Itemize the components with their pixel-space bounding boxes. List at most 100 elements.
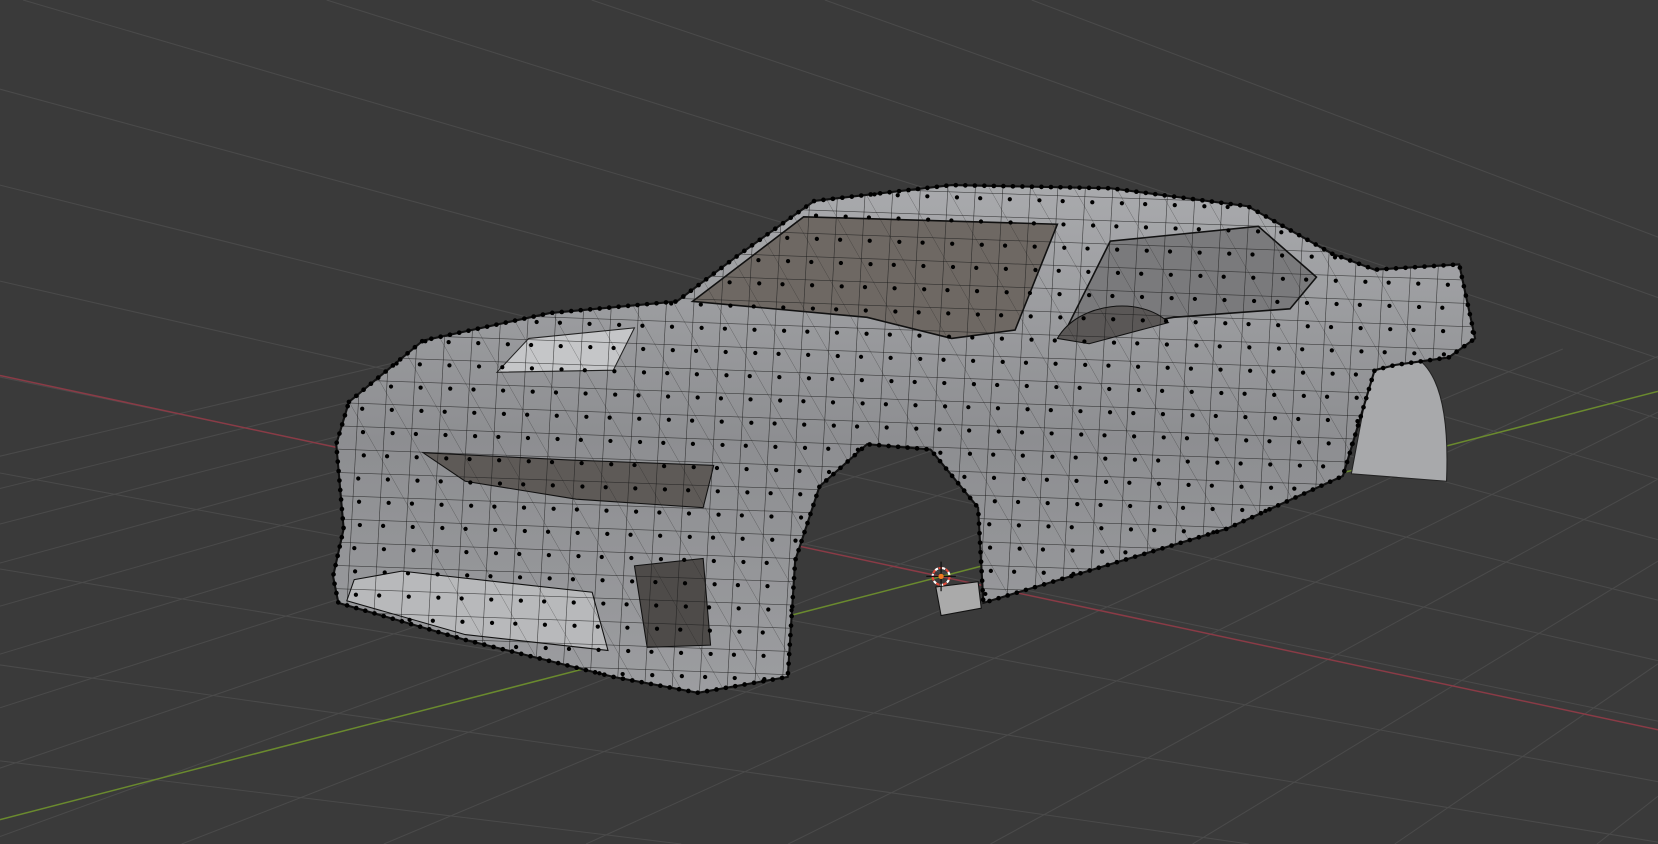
mesh-vertex[interactable] [654,626,660,631]
mesh-vertex[interactable] [1440,328,1446,334]
mesh-vertex[interactable] [601,672,607,677]
mesh-vertex[interactable] [1128,527,1134,532]
mesh-vertex[interactable] [955,480,961,486]
mesh-vertex[interactable] [808,511,813,517]
mesh-vertex[interactable] [629,555,634,561]
mesh-vertex[interactable] [637,416,642,421]
mesh-vertex[interactable] [773,444,778,449]
mesh-vertex[interactable] [801,399,806,404]
mesh-vertex[interactable] [714,687,719,692]
mesh-vertex[interactable] [838,465,843,471]
mesh-vertex[interactable] [641,346,646,352]
mesh-vertex[interactable] [1440,305,1445,310]
mesh-vertex[interactable] [1140,318,1145,323]
mesh-vertex[interactable] [805,520,810,526]
mesh-vertex[interactable] [751,304,756,309]
mesh-vertex[interactable] [666,417,671,422]
mesh-vertex[interactable] [712,582,717,587]
mesh-vertex[interactable] [1363,279,1368,284]
mesh-vertex[interactable] [658,683,663,689]
viewport-canvas[interactable] [0,0,1658,844]
mesh-vertex[interactable] [1054,384,1059,390]
mesh-vertex[interactable] [772,226,778,232]
mesh-vertex[interactable] [1032,584,1038,590]
mesh-vertex[interactable] [1296,232,1302,238]
mesh-vertex[interactable] [332,581,337,587]
mesh-vertex[interactable] [1355,418,1360,424]
mesh-vertex[interactable] [1279,253,1285,258]
mesh-vertex[interactable] [1445,282,1450,287]
mesh-vertex[interactable] [893,309,898,314]
mesh-vertex[interactable] [888,355,893,360]
mesh-vertex[interactable] [826,469,832,475]
mesh-vertex[interactable] [690,441,696,446]
mesh-vertex[interactable] [1238,461,1243,466]
mesh-vertex[interactable] [772,421,777,426]
mesh-vertex[interactable] [1248,368,1253,373]
mesh-vertex[interactable] [382,570,387,575]
mesh-vertex[interactable] [835,353,840,359]
mesh-vertex[interactable] [954,195,960,200]
mesh-vertex[interactable] [830,196,836,202]
mesh-vertex[interactable] [678,650,684,655]
mesh-vertex[interactable] [494,322,499,327]
mesh-vertex[interactable] [579,461,584,466]
mesh-vertex[interactable] [883,402,888,407]
mesh-vertex[interactable] [706,605,712,610]
mesh-vertex[interactable] [361,387,366,393]
mesh-vertex[interactable] [549,310,555,316]
mesh-vertex[interactable] [996,595,1001,601]
mesh-vertex[interactable] [1139,294,1145,300]
mesh-vertex[interactable] [1114,224,1119,229]
mesh-vertex[interactable] [686,511,692,516]
mesh-vertex[interactable] [757,281,762,286]
mesh-vertex[interactable] [625,625,630,630]
mesh-vertex[interactable] [766,607,771,612]
mesh-vertex[interactable] [368,381,374,387]
mesh-vertex[interactable] [1309,254,1314,259]
mesh-vertex[interactable] [620,671,625,677]
mesh-vertex[interactable] [810,306,816,311]
mesh-vertex[interactable] [1218,367,1223,372]
mesh-vertex[interactable] [1347,258,1353,263]
mesh-vertex[interactable] [814,236,819,242]
mesh-vertex[interactable] [681,294,686,299]
mesh-vertex[interactable] [340,516,346,521]
mesh-vertex[interactable] [688,288,694,294]
mesh-vertex[interactable] [588,345,593,350]
mesh-vertex[interactable] [1110,293,1115,299]
mesh-vertex[interactable] [924,446,929,452]
mesh-vertex[interactable] [339,534,345,540]
mesh-vertex[interactable] [868,192,874,197]
mesh-vertex[interactable] [703,277,709,282]
mesh-vertex[interactable] [696,282,701,288]
mesh-vertex[interactable] [522,316,527,321]
mesh-vertex[interactable] [438,479,443,484]
mesh-vertex[interactable] [529,366,535,371]
mesh-vertex[interactable] [1321,464,1326,469]
mesh-vertex[interactable] [534,319,539,325]
mesh-vertex[interactable] [982,183,987,189]
mesh-vertex[interactable] [1020,453,1025,458]
mesh-vertex[interactable] [1078,409,1083,414]
mesh-vertex[interactable] [1246,322,1251,327]
mesh-vertex[interactable] [1127,480,1132,485]
mesh-vertex[interactable] [742,682,747,687]
mesh-vertex[interactable] [1250,252,1255,257]
mesh-vertex[interactable] [887,189,892,195]
mesh-vertex[interactable] [941,357,946,362]
mesh-vertex[interactable] [1276,323,1281,328]
mesh-vertex[interactable] [840,195,845,201]
mesh-vertex[interactable] [390,616,396,622]
mesh-vertex[interactable] [720,442,725,448]
mesh-vertex[interactable] [648,681,654,687]
mesh-vertex[interactable] [790,594,796,600]
mesh-vertex[interactable] [802,445,808,451]
mesh-vertex[interactable] [1074,478,1079,483]
mesh-vertex[interactable] [635,302,640,308]
mesh-vertex[interactable] [415,478,420,483]
mesh-vertex[interactable] [603,485,608,490]
mesh-vertex[interactable] [1272,392,1277,397]
mesh-vertex[interactable] [694,372,699,377]
mesh-vertex[interactable] [1359,349,1364,354]
